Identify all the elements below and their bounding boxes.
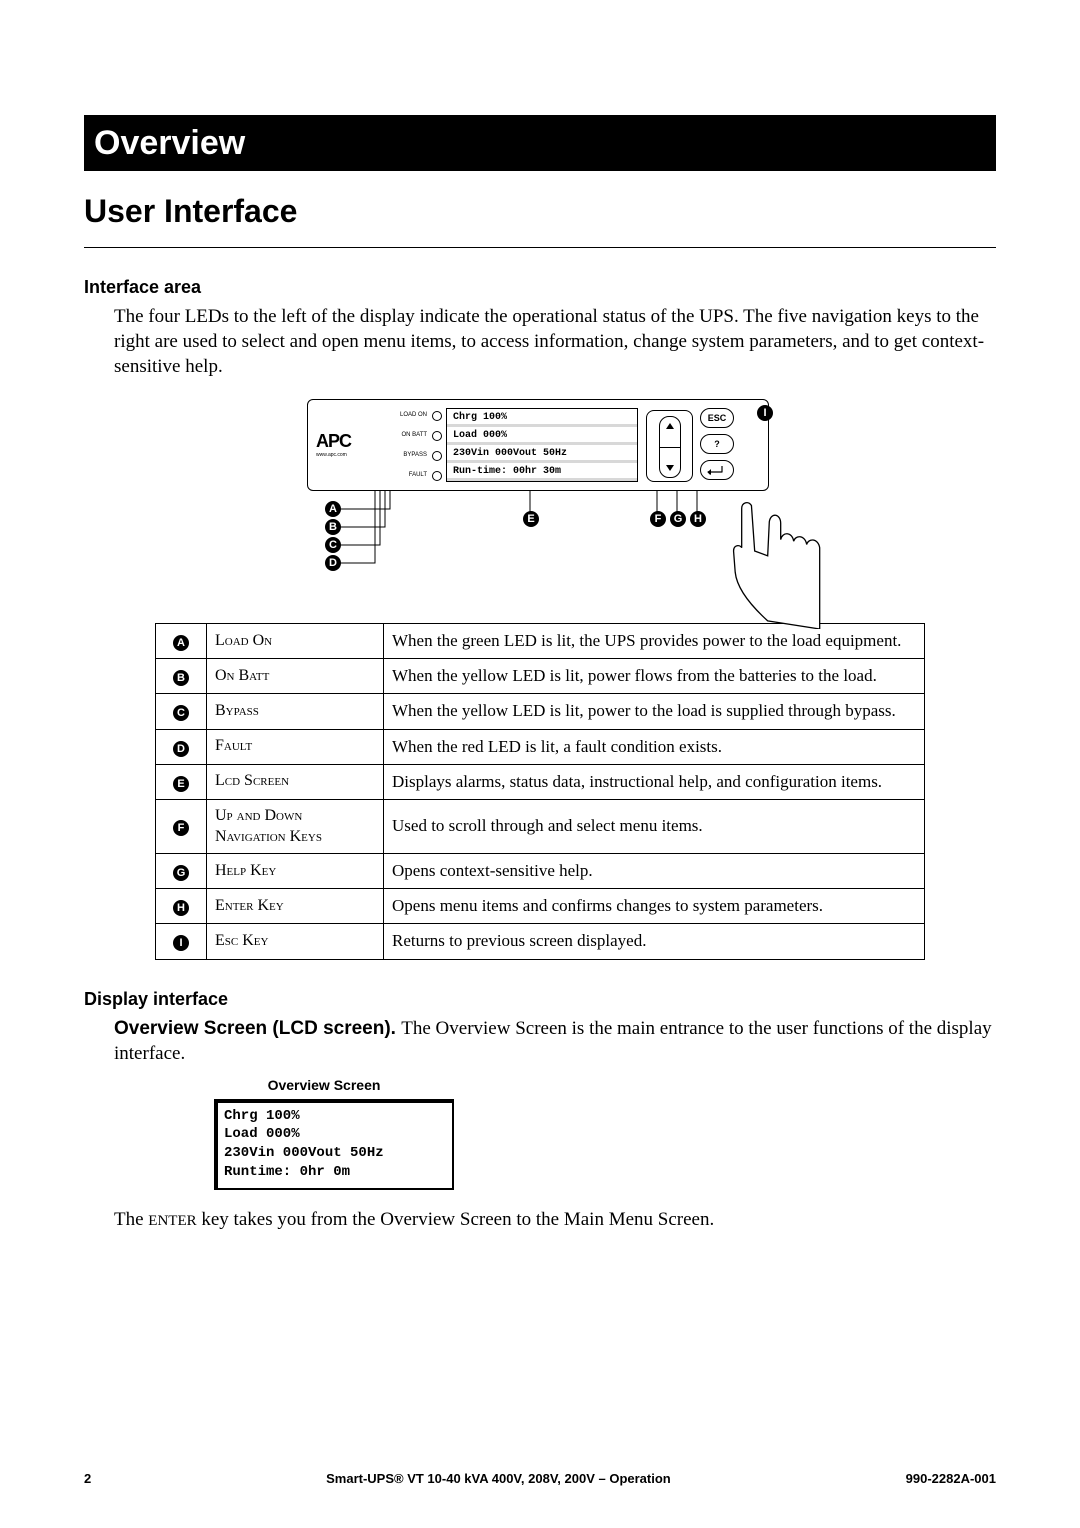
apc-logo-text: APC (316, 431, 351, 451)
page-title: User Interface (84, 191, 996, 248)
legend-desc-cell: Displays alarms, status data, instructio… (384, 764, 925, 799)
apc-logo: APC www.apc.com (316, 430, 351, 458)
footer-doc-code: 990-2282A-001 (906, 1471, 996, 1488)
led-bypass: BYPASS (382, 446, 442, 466)
led-fault: FAULT (382, 466, 442, 486)
hand-pointer-icon (720, 499, 830, 629)
legend-desc-cell: Used to scroll through and select menu i… (384, 799, 925, 854)
right-keys-column: ESC ? (700, 408, 734, 480)
table-row: H Enter KeyOpens menu items and confirms … (156, 889, 925, 924)
led-label: LOAD ON (400, 412, 427, 420)
lcd-text: Chrg 100% Load 000% 230Vin 000Vout 50Hz … (453, 409, 567, 481)
legend-term-cell: Fault (207, 729, 384, 764)
legend-term-cell: On Batt (207, 659, 384, 694)
led-label: BYPASS (403, 452, 427, 460)
legend-id-cell: C (156, 694, 207, 729)
up-down-key-icon (659, 416, 681, 478)
callout-bullet-icon: G (173, 865, 189, 881)
table-row: D FaultWhen the red LED is lit, a fault c… (156, 729, 925, 764)
subheading-interface-area: Interface area (84, 276, 996, 299)
tail-post: key takes you from the Overview Screen t… (197, 1209, 715, 1230)
page-footer: 2 Smart-UPS® VT 10-40 kVA 400V, 208V, 20… (84, 1471, 996, 1488)
callout-bullet-icon: D (173, 741, 189, 757)
callout-bullet-icon: F (173, 820, 189, 836)
lcd-screen: Chrg 100% Load 000% 230Vin 000Vout 50Hz … (446, 408, 638, 482)
table-row: E Lcd ScreenDisplays alarms, status data,… (156, 764, 925, 799)
overview-lead: Overview Screen (LCD screen). (114, 1018, 401, 1039)
interface-illustration: APC www.apc.com LOAD ON ON BATT BYPASS F… (305, 399, 775, 609)
help-key-icon: ? (700, 434, 734, 454)
legend-term-cell: Load On (207, 624, 384, 659)
section-banner: Overview (84, 115, 996, 171)
ups-front-panel: APC www.apc.com LOAD ON ON BATT BYPASS F… (307, 399, 769, 491)
lcd-line: Chrg 100% (453, 409, 567, 427)
tail-pre: The (114, 1209, 148, 1230)
legend-desc-cell: When the yellow LED is lit, power to the… (384, 694, 925, 729)
led-indicator-icon (432, 431, 442, 441)
legend-id-cell: I (156, 924, 207, 959)
tail-key: enter (148, 1213, 196, 1229)
callout-bullet-icon: A (173, 635, 189, 651)
legend-id-cell: H (156, 889, 207, 924)
led-indicator-icon (432, 411, 442, 421)
legend-term-cell: Esc Key (207, 924, 384, 959)
legend-table: A Load OnWhen the green LED is lit, the U… (155, 623, 925, 959)
legend-term-cell: Lcd Screen (207, 764, 384, 799)
table-row: F Up and Down Navigation KeysUsed to scro… (156, 799, 925, 854)
legend-id-cell: A (156, 624, 207, 659)
lcd-line: Run-time: 00hr 30m (453, 463, 567, 481)
legend-desc-cell: Opens menu items and confirms changes to… (384, 889, 925, 924)
enter-key-icon (700, 460, 734, 480)
led-column: LOAD ON ON BATT BYPASS FAULT (382, 406, 442, 486)
legend-term-cell: Bypass (207, 694, 384, 729)
legend-term-cell: Help Key (207, 854, 384, 889)
paragraph-overview-screen: Overview Screen (LCD screen). The Overvi… (114, 1017, 996, 1066)
callout-bullet-icon: I (173, 935, 189, 951)
legend-term-cell: Up and Down Navigation Keys (207, 799, 384, 854)
table-row: I Esc KeyReturns to previous screen displ… (156, 924, 925, 959)
nav-keys-group (646, 410, 693, 482)
legend-id-cell: D (156, 729, 207, 764)
legend-term-cell: Enter Key (207, 889, 384, 924)
apc-logo-sub: www.apc.com (316, 452, 351, 459)
subheading-display-interface: Display interface (84, 988, 996, 1011)
lcd-mock-screen: Chrg 100% Load 000% 230Vin 000Vout 50Hz … (214, 1099, 454, 1191)
paragraph-interface-area: The four LEDs to the left of the display… (114, 305, 996, 379)
legend-id-cell: E (156, 764, 207, 799)
callout-bullet-icon: C (173, 705, 189, 721)
table-row: G Help KeyOpens context-sensitive help. (156, 854, 925, 889)
paragraph-enter-key: The enter key takes you from the Overvie… (114, 1208, 996, 1233)
footer-page-number: 2 (84, 1471, 91, 1488)
esc-key-icon: ESC (700, 408, 734, 428)
legend-id-cell: B (156, 659, 207, 694)
led-indicator-icon (432, 471, 442, 481)
legend-desc-cell: When the green LED is lit, the UPS provi… (384, 624, 925, 659)
table-row: C BypassWhen the yellow LED is lit, power… (156, 694, 925, 729)
table-row: B On BattWhen the yellow LED is lit, powe… (156, 659, 925, 694)
led-on-batt: ON BATT (382, 426, 442, 446)
callout-bullet-icon: B (173, 670, 189, 686)
footer-doc-title: Smart-UPS® VT 10-40 kVA 400V, 208V, 200V… (326, 1471, 671, 1488)
lcd-line: Load 000% (453, 427, 567, 445)
lcd-mock-text: Chrg 100% Load 000% 230Vin 000Vout 50Hz … (224, 1107, 444, 1183)
callout-bullet-icon: E (173, 776, 189, 792)
led-load-on: LOAD ON (382, 406, 442, 426)
lcd-line: 230Vin 000Vout 50Hz (453, 445, 567, 463)
led-indicator-icon (432, 451, 442, 461)
led-label: ON BATT (401, 432, 427, 440)
legend-id-cell: G (156, 854, 207, 889)
legend-desc-cell: Opens context-sensitive help. (384, 854, 925, 889)
legend-id-cell: F (156, 799, 207, 854)
callout-bullet-icon: H (173, 900, 189, 916)
legend-desc-cell: When the red LED is lit, a fault conditi… (384, 729, 925, 764)
legend-desc-cell: When the yellow LED is lit, power flows … (384, 659, 925, 694)
led-label: FAULT (409, 472, 427, 480)
legend-desc-cell: Returns to previous screen displayed. (384, 924, 925, 959)
lcd-caption: Overview Screen (214, 1076, 434, 1094)
